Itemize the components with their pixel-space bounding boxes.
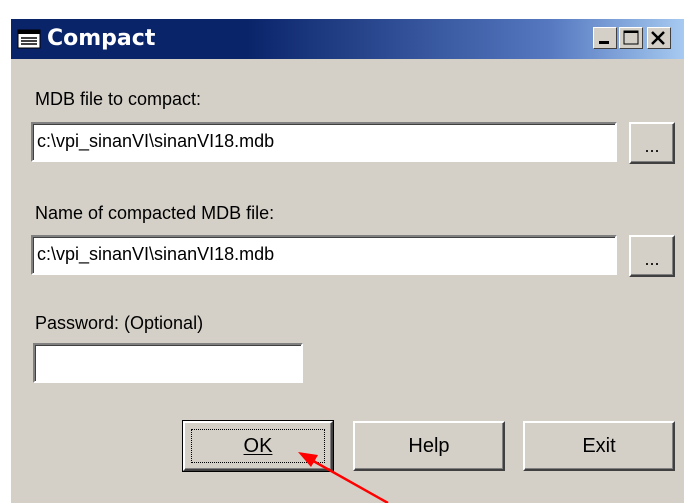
mdb-browse-button[interactable]: ... [629, 122, 675, 164]
app-window-icon [17, 29, 41, 49]
maximize-button[interactable] [619, 27, 643, 49]
close-button[interactable] [647, 27, 671, 49]
minimize-icon [599, 41, 609, 44]
ok-button-label: OK [243, 435, 273, 457]
window-title: Compact [47, 26, 156, 51]
maximize-icon [623, 30, 639, 45]
password-input[interactable] [33, 343, 303, 383]
exit-button-label: Exit [582, 435, 616, 457]
help-button[interactable]: Help [353, 421, 505, 471]
exit-button[interactable]: Exit [523, 421, 675, 471]
password-label: Password: (Optional) [35, 313, 204, 333]
close-icon [651, 31, 665, 45]
compact-dialog: Compact MDB file to compact: c:\vpi_sina… [10, 18, 684, 503]
compacted-file-label: Name of compacted MDB file: [35, 203, 275, 223]
help-button-label: Help [408, 435, 450, 457]
compacted-browse-button[interactable]: ... [629, 235, 675, 277]
compacted-file-input[interactable]: c:\vpi_sinanVI\sinanVI18.mdb [31, 235, 617, 275]
ok-button[interactable]: OK [182, 420, 334, 472]
title-bar[interactable]: Compact [11, 19, 684, 59]
minimize-button[interactable] [593, 27, 617, 49]
mdb-file-input[interactable]: c:\vpi_sinanVI\sinanVI18.mdb [31, 122, 617, 162]
mdb-file-label: MDB file to compact: [35, 89, 202, 109]
